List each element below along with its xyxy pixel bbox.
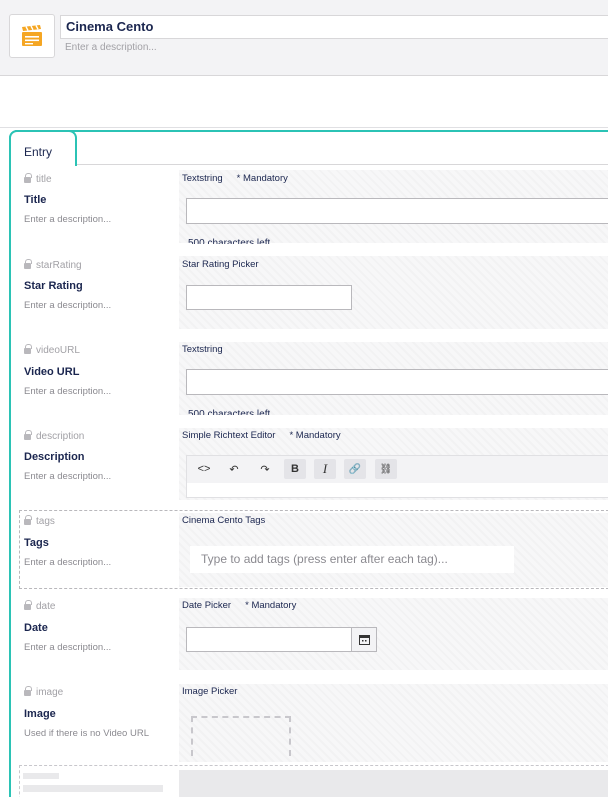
date-input[interactable] xyxy=(186,627,352,652)
video-url-editor-header: Textstring xyxy=(182,344,223,355)
title-description[interactable]: Enter a description... xyxy=(24,214,111,225)
content-app-area xyxy=(0,76,608,128)
image-label: Image xyxy=(24,708,56,720)
lock-icon[interactable] xyxy=(24,172,32,184)
lock-icon[interactable] xyxy=(24,685,32,697)
title-label: Title xyxy=(24,194,47,206)
star-rating-alias: starRating xyxy=(24,258,82,271)
title-alias: title xyxy=(24,172,52,185)
star-rating-input[interactable] xyxy=(186,285,352,310)
lock-icon[interactable] xyxy=(24,429,32,441)
lock-icon[interactable] xyxy=(24,599,32,611)
richtext-toolbar xyxy=(186,455,608,483)
date-label: Date xyxy=(24,622,48,634)
star-rating-description[interactable]: Enter a description... xyxy=(24,300,111,311)
lock-icon[interactable] xyxy=(24,258,32,270)
skeleton-editor xyxy=(179,770,608,797)
editor-name: Simple Richtext Editor xyxy=(182,430,276,441)
video-url-characters-left: 500 characters left xyxy=(188,409,271,415)
content-description-input[interactable]: Enter a description... xyxy=(65,42,157,53)
content-header: Cinema Cento Enter a description... xyxy=(0,0,608,76)
description-label: Description xyxy=(24,451,85,463)
code-icon[interactable]: <> xyxy=(193,459,215,479)
editor-name: Image Picker xyxy=(182,686,238,697)
image-description[interactable]: Used if there is no Video URL xyxy=(24,728,149,739)
description-editor-header: Simple Richtext Editor * Mandatory xyxy=(182,430,341,441)
tab-entry-label[interactable]: Entry xyxy=(24,145,52,159)
unlink-icon[interactable]: ⛓ xyxy=(375,459,397,479)
content-name-input[interactable]: Cinema Cento xyxy=(60,15,608,39)
editor-name: Textstring xyxy=(182,173,223,184)
tags-label: Tags xyxy=(24,537,49,549)
editor-name: Star Rating Picker xyxy=(182,259,259,270)
mandatory-flag: * Mandatory xyxy=(289,430,341,441)
clapperboard-icon[interactable] xyxy=(9,14,55,58)
editor-name: Textstring xyxy=(182,344,223,355)
lock-icon[interactable] xyxy=(24,343,32,355)
star-rating-label: Star Rating xyxy=(24,280,83,292)
image-editor-header: Image Picker xyxy=(182,686,237,697)
undo-icon[interactable]: ↶ xyxy=(223,459,245,479)
editor-name: Date Picker xyxy=(182,600,232,611)
star-rating-editor-header: Star Rating Picker xyxy=(182,259,259,270)
skeleton-line xyxy=(23,773,59,779)
description-alias: description xyxy=(24,429,84,442)
title-editor-header: Textstring * Mandatory xyxy=(182,173,288,184)
mandatory-flag: * Mandatory xyxy=(245,600,297,611)
description-description[interactable]: Enter a description... xyxy=(24,471,111,482)
title-input[interactable] xyxy=(186,198,608,224)
date-editor-header: Date Picker * Mandatory xyxy=(182,600,296,611)
image-alias: image xyxy=(24,685,63,698)
bold-icon[interactable]: B xyxy=(284,459,306,479)
title-characters-left: 500 characters left xyxy=(188,238,271,244)
mandatory-flag: * Mandatory xyxy=(236,173,288,184)
video-url-input[interactable] xyxy=(186,369,608,395)
date-alias: date xyxy=(24,599,55,612)
tags-description[interactable]: Enter a description... xyxy=(24,557,111,568)
date-description[interactable]: Enter a description... xyxy=(24,642,111,653)
calendar-icon[interactable] xyxy=(351,627,377,652)
tags-alias: tags xyxy=(24,514,55,527)
editor-name: Cinema Cento Tags xyxy=(182,515,266,526)
tags-input[interactable]: Type to add tags (press enter after each… xyxy=(190,546,514,573)
italic-icon[interactable]: I xyxy=(314,459,336,479)
lock-icon[interactable] xyxy=(24,514,32,526)
skeleton-line xyxy=(23,785,163,792)
tab-underline xyxy=(76,164,608,165)
tags-editor-header: Cinema Cento Tags xyxy=(182,515,265,526)
richtext-body[interactable] xyxy=(186,483,608,498)
image-picker-add-button[interactable] xyxy=(191,716,291,756)
video-url-description[interactable]: Enter a description... xyxy=(24,386,111,397)
video-url-alias: videoURL xyxy=(24,343,80,356)
video-url-label: Video URL xyxy=(24,366,80,378)
link-icon[interactable]: 🔗 xyxy=(344,459,366,479)
redo-icon[interactable]: ↷ xyxy=(254,459,276,479)
